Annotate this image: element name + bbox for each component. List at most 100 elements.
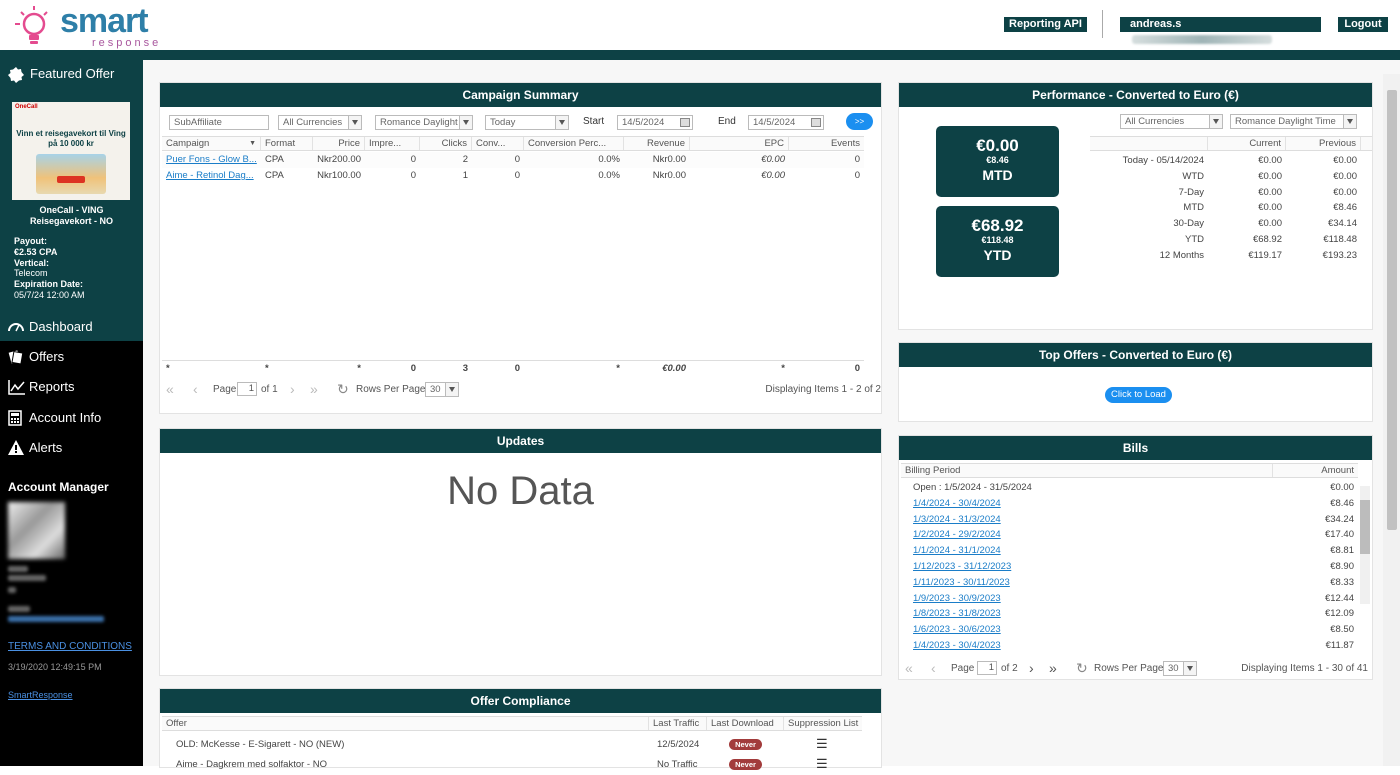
performance-currency-select[interactable]: All Currencies xyxy=(1120,114,1223,129)
offers-icon xyxy=(8,350,24,365)
col-suppression-list[interactable]: Suppression List xyxy=(784,717,862,730)
billing-period-link[interactable]: 1/2/2024 - 29/2/2024 xyxy=(909,527,1209,543)
date-range-select[interactable]: Today xyxy=(485,115,569,130)
performance-timezone-select[interactable]: Romance Daylight Time xyxy=(1230,114,1357,129)
smartresponse-logo[interactable]: smart response xyxy=(8,2,158,50)
timezone-select[interactable]: Romance Daylight xyxy=(375,115,473,130)
col-epc[interactable]: EPC xyxy=(690,137,789,150)
campaign-cell: €0.00 xyxy=(761,170,785,181)
nav-alerts[interactable]: Alerts xyxy=(0,433,143,462)
col-price[interactable]: Price xyxy=(313,137,365,150)
chevron-down-icon xyxy=(459,116,472,129)
rows-per-page-select[interactable]: 30 xyxy=(425,382,459,397)
current-value: €0.00 xyxy=(1258,202,1282,214)
ad-brand: OneCall xyxy=(15,104,38,110)
featured-offer-banner[interactable]: OneCall Vinn et reisegavekort til Ving p… xyxy=(12,102,130,200)
billing-period-link[interactable]: 1/4/2023 - 30/4/2023 xyxy=(909,638,1209,654)
col-impressions[interactable]: Impre... xyxy=(365,137,420,150)
billing-period-link[interactable]: 1/12/2023 - 31/12/2023 xyxy=(909,559,1209,575)
chevron-down-icon xyxy=(1343,115,1356,128)
mtd-card: €0.00 €8.46 MTD xyxy=(936,126,1059,197)
campaign-cell: 0 xyxy=(410,154,416,165)
campaign-cell: Nkr0.00 xyxy=(652,154,686,165)
last-page-icon[interactable]: » xyxy=(1049,661,1057,675)
col-campaign[interactable]: Campaign ▼ xyxy=(162,137,261,150)
col-conversion-pct[interactable]: Conversion Perc... xyxy=(524,137,624,150)
col-amount[interactable]: Amount xyxy=(1273,464,1358,477)
col-revenue[interactable]: Revenue xyxy=(624,137,690,150)
period-label: 12 Months xyxy=(1159,249,1204,261)
refresh-icon[interactable]: ↻ xyxy=(337,382,349,396)
subaffiliate-input[interactable]: SubAffiliate xyxy=(169,115,269,130)
checklist-icon[interactable]: ☰ xyxy=(812,756,834,772)
terms-link[interactable]: TERMS AND CONDITIONS xyxy=(8,641,132,652)
last-page-icon[interactable]: » xyxy=(310,382,318,396)
prev-page-icon[interactable]: ‹ xyxy=(931,661,936,675)
billing-period-link[interactable]: 1/8/2023 - 31/8/2023 xyxy=(909,606,1209,622)
nav-reports[interactable]: Reports xyxy=(0,372,143,401)
billing-period-link[interactable]: 1/1/2024 - 31/1/2024 xyxy=(909,543,1209,559)
currency-select[interactable]: All Currencies xyxy=(278,115,362,130)
col-clicks[interactable]: Clicks xyxy=(420,137,472,150)
previous-value: €0.00 xyxy=(1333,186,1357,198)
campaign-link[interactable]: Aime - Retinol Dag... xyxy=(162,168,261,184)
col-current: Current xyxy=(1208,137,1286,150)
featured-offer[interactable]: Featured Offer OneCall Vinn et reisegave… xyxy=(0,60,143,312)
bills-scrollbar[interactable] xyxy=(1360,486,1370,604)
page-input[interactable]: 1 xyxy=(237,382,257,396)
chevron-down-icon xyxy=(555,116,568,129)
campaign-table-header: Campaign ▼ Format Price Impre... Clicks C… xyxy=(162,136,864,151)
billing-period-link[interactable]: 1/3/2024 - 31/3/2024 xyxy=(909,512,1209,528)
page-input[interactable]: 1 xyxy=(977,661,997,675)
col-billing-period[interactable]: Billing Period xyxy=(901,464,1273,477)
campaign-cell: €0.00 xyxy=(761,154,785,165)
calendar-icon[interactable] xyxy=(680,118,690,127)
user-account-button[interactable]: andreas.s xyxy=(1120,17,1321,44)
logout-button[interactable]: Logout xyxy=(1338,17,1388,32)
page-scrollbar[interactable] xyxy=(1383,74,1400,766)
checklist-icon[interactable]: ☰ xyxy=(812,736,834,752)
smartresponse-link[interactable]: SmartResponse xyxy=(8,690,73,700)
campaign-link[interactable]: Puer Fons - Glow B... xyxy=(162,152,261,168)
rows-per-page-select[interactable]: 30 xyxy=(1163,661,1197,676)
col-events[interactable]: Events xyxy=(789,137,864,150)
click-to-load-button[interactable]: Click to Load xyxy=(1105,387,1172,403)
col-last-traffic[interactable]: Last Traffic xyxy=(649,717,707,730)
start-date-input[interactable]: 14/5/2024 xyxy=(617,115,693,130)
refresh-icon[interactable]: ↻ xyxy=(1076,661,1088,675)
next-page-icon[interactable]: › xyxy=(1029,661,1034,675)
col-format[interactable]: Format xyxy=(261,137,313,150)
bills-pager: « ‹ Page 1 of 2 › » ↻ Rows Per Page: 30 … xyxy=(905,660,1368,676)
beach-image xyxy=(36,154,106,194)
col-offer[interactable]: Offer xyxy=(162,717,649,730)
first-page-icon[interactable]: « xyxy=(166,382,174,396)
col-period xyxy=(1090,137,1208,150)
campaign-cell: 0 xyxy=(854,154,860,165)
col-conversions[interactable]: Conv... xyxy=(472,137,524,150)
timestamp: 3/19/2020 12:49:15 PM xyxy=(8,662,102,672)
apply-filter-button[interactable]: >> xyxy=(846,113,873,130)
campaign-cell: 1 xyxy=(462,170,468,181)
prev-page-icon[interactable]: ‹ xyxy=(193,382,198,396)
billing-period-link[interactable]: 1/6/2023 - 30/6/2023 xyxy=(909,622,1209,638)
reporting-api-button[interactable]: Reporting API xyxy=(1004,17,1087,32)
billing-period-link[interactable]: 1/9/2023 - 30/9/2023 xyxy=(909,591,1209,607)
col-last-download[interactable]: Last Download xyxy=(707,717,784,730)
featured-offer-title: Featured Offer xyxy=(0,62,143,86)
username: andreas.s xyxy=(1130,18,1182,30)
calendar-icon[interactable] xyxy=(811,118,821,127)
redacted-email-link[interactable] xyxy=(8,616,104,622)
end-date-input[interactable]: 14/5/2024 xyxy=(748,115,824,130)
bill-row: 1/6/2023 - 30/6/2023 €8.50 xyxy=(901,622,1358,638)
nav-dashboard[interactable]: Dashboard xyxy=(0,312,143,341)
first-page-icon[interactable]: « xyxy=(905,661,913,675)
next-page-icon[interactable]: › xyxy=(290,382,295,396)
ytd-card: €68.92 €118.48 YTD xyxy=(936,206,1059,277)
top-bar: smart response Reporting API andreas.s L… xyxy=(0,0,1400,50)
nav-account-info[interactable]: Account Info xyxy=(0,403,143,432)
campaign-pager: « ‹ Page 1 of 1 › » ↻ Rows Per Page: 30 … xyxy=(166,381,881,397)
billing-period-link[interactable]: 1/11/2023 - 30/11/2023 xyxy=(909,575,1209,591)
billing-period-link[interactable]: 1/4/2024 - 30/4/2024 xyxy=(909,496,1209,512)
nav-offers[interactable]: Offers xyxy=(0,342,143,371)
end-label: End xyxy=(718,116,736,127)
